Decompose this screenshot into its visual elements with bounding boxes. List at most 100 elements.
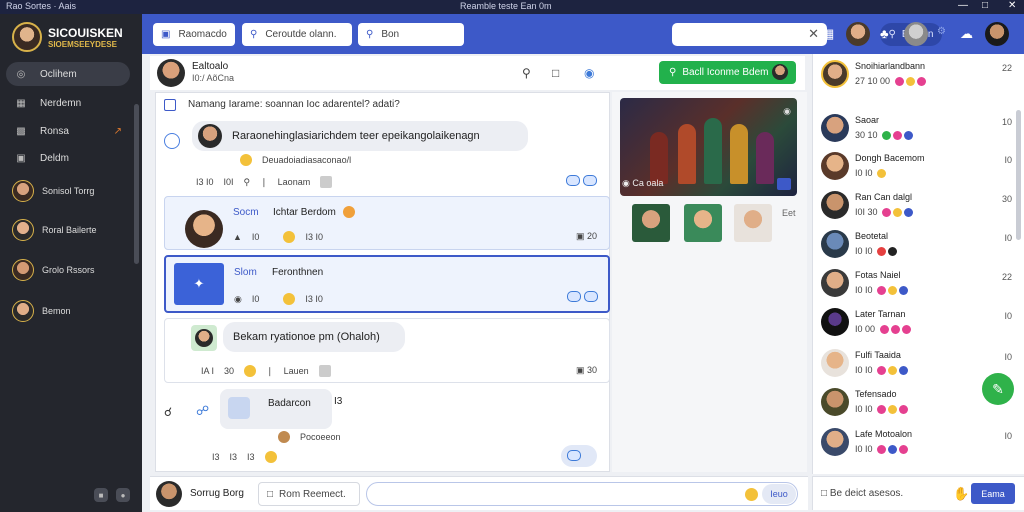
- play-icon: ◉: [622, 178, 630, 188]
- right-list-item[interactable]: Later Tarnan I0 00 I0: [819, 308, 1014, 344]
- media-thumbnail[interactable]: [684, 204, 722, 242]
- message-text: I3: [334, 396, 343, 407]
- sidebar-item-people[interactable]: ▩ Ronsa ↗: [6, 119, 130, 143]
- contact-name: Roral Bailerte: [42, 225, 97, 235]
- item-sub: I0 00: [855, 324, 911, 335]
- pin-icon[interactable]: ❘: [260, 177, 268, 188]
- avatar[interactable]: [157, 59, 185, 87]
- right-list-item[interactable]: Lafe Motoalon I0 I0 I0: [819, 428, 1014, 464]
- message-card-selected[interactable]: ✦ Slom Feronthnen ◉ I0 I3 I0: [164, 255, 610, 313]
- profile-avatar[interactable]: [985, 22, 1009, 46]
- reply-icon[interactable]: ☌: [164, 405, 172, 419]
- call-button[interactable]: ⚲ Bacll Iconme Bdem: [659, 61, 796, 84]
- right-scrollbar[interactable]: [1016, 110, 1021, 240]
- contact-name: Grolo Rssors: [42, 265, 95, 275]
- contact-item[interactable]: Grolo Rssors: [12, 258, 95, 282]
- media-thumbnail[interactable]: [632, 204, 670, 242]
- sidebar-item-screen[interactable]: ▣ Deldm: [6, 146, 130, 170]
- reply-count-icon[interactable]: ▣ 30: [576, 365, 597, 376]
- filter-field[interactable]: ⚲ Bon: [358, 23, 464, 46]
- contact-item[interactable]: Sonisol Torrg: [12, 179, 94, 203]
- more-icon[interactable]: [318, 365, 331, 377]
- message-bubble[interactable]: Bekam ryationoe pm (Ohaloh): [223, 322, 405, 352]
- avatar[interactable]: [904, 22, 928, 46]
- message-text: Ichtar Berdom: [273, 207, 336, 218]
- composer-field[interactable]: □ Rom Reemect.: [258, 482, 360, 506]
- close-icon[interactable]: ✕: [808, 26, 819, 42]
- right-list-item[interactable]: Fotas Naiel I0 I0 22: [819, 269, 1014, 305]
- message-input[interactable]: [366, 482, 798, 506]
- sidebar-item-label: Oclihem: [40, 68, 77, 80]
- right-send-button[interactable]: Eama: [971, 483, 1015, 504]
- calendar-field[interactable]: ▣ Raomacdo: [153, 23, 235, 46]
- figure-shape: [650, 132, 668, 184]
- settings-icon[interactable]: ■: [94, 488, 108, 502]
- title-bar: Rao Sortes · Aais Reamble teste Ean 0m —…: [0, 0, 1024, 14]
- meta-count: I3: [229, 452, 238, 462]
- close-button[interactable]: ✕: [1008, 0, 1016, 11]
- sidebar-item-home[interactable]: ◎ Oclihem: [6, 62, 130, 86]
- new-chat-button[interactable]: ✎: [982, 373, 1014, 405]
- link-icon[interactable]: ☍: [196, 403, 209, 419]
- item-time: 22: [1001, 63, 1012, 73]
- item-sub: I0 I0: [855, 365, 909, 376]
- thread-title: Namang Iarame: soannan Ioc adarentel? ad…: [188, 99, 400, 110]
- message-bubble[interactable]: Badarcon: [220, 389, 332, 429]
- message-icon[interactable]: ◕: [712, 26, 720, 41]
- right-list-item[interactable]: Dongh Bacemom I0 I0 I0: [819, 152, 1014, 188]
- avatar: [821, 230, 849, 258]
- like-icon[interactable]: ✋: [953, 486, 969, 502]
- reply-icon[interactable]: [164, 133, 180, 149]
- image-icon: ▲: [233, 232, 242, 242]
- contact-item[interactable]: Bemon: [12, 299, 71, 323]
- item-name: Beotetal: [855, 231, 889, 241]
- message-card[interactable]: Bekam ryationoe pm (Ohaloh) IA I 30 ❘ La…: [164, 318, 610, 383]
- right-list-item[interactable]: Saoar 30 10 10: [819, 114, 1014, 150]
- video-icon[interactable]: ◉: [584, 66, 594, 80]
- media-thumbnail[interactable]: [734, 204, 772, 242]
- message-text: Bekam ryationoe pm (Ohaloh): [233, 331, 380, 343]
- brand-avatar[interactable]: [12, 22, 42, 52]
- composer: Sorrug Borg □ Rom Reemect. Ieuo: [150, 476, 808, 510]
- more-icon[interactable]: [320, 176, 333, 188]
- search-icon[interactable]: ⚲: [522, 66, 531, 80]
- grid-icon[interactable]: ▦: [822, 26, 834, 42]
- app-name: Rao Sortes · Aais: [6, 1, 77, 11]
- message-author: Socm: [233, 207, 259, 218]
- play-icon[interactable]: ◉: [783, 106, 791, 117]
- item-time: I0: [1004, 233, 1012, 243]
- minimize-button[interactable]: —: [958, 0, 968, 11]
- maximize-button[interactable]: □: [982, 0, 988, 11]
- avatar: [191, 325, 217, 351]
- field-label: Raomacdo: [178, 29, 227, 40]
- sidebar-item-media[interactable]: ▦ Nerdemn: [6, 91, 130, 115]
- gear-icon[interactable]: ⚙: [937, 26, 946, 37]
- message-bubble[interactable]: Raraonehinglasiarichdem teer epeikangola…: [192, 121, 528, 151]
- right-composer-input[interactable]: □ Be deict asesos.: [821, 488, 903, 499]
- sidebar-scrollbar[interactable]: [134, 104, 139, 264]
- puzzle-icon[interactable]: ♣: [880, 26, 889, 41]
- pin-icon[interactable]: ❘: [266, 366, 274, 377]
- search-icon[interactable]: ⚲: [244, 177, 251, 188]
- meta-time: IA I: [201, 366, 215, 376]
- chat-icon[interactable]: □: [552, 66, 559, 80]
- emoji-icon: [244, 365, 257, 377]
- avatar[interactable]: [156, 481, 182, 507]
- figure-shape: [730, 124, 748, 184]
- cloud-icon[interactable]: ☁: [960, 26, 973, 42]
- avatar: [821, 388, 849, 416]
- expand-icon[interactable]: [777, 178, 791, 190]
- message-card[interactable]: Socm Ichtar Berdom ▲ I0 I3 I0 ▣ 20: [164, 196, 610, 250]
- help-icon[interactable]: ●: [116, 488, 130, 502]
- right-list-item[interactable]: Ran Can dalgl I0I 30 30: [819, 191, 1014, 227]
- reply-count-icon[interactable]: ▣ 20: [576, 231, 597, 242]
- search-field[interactable]: ⚲ Ceroutde olann.: [242, 23, 352, 46]
- search-input[interactable]: ✕: [672, 23, 827, 46]
- emoji-icon[interactable]: [745, 488, 758, 501]
- right-list-item[interactable]: Beotetal I0 I0 I0: [819, 230, 1014, 266]
- right-list-item[interactable]: Snoihiarlandbann 27 10 00 22: [819, 60, 1014, 96]
- avatar[interactable]: [846, 22, 870, 46]
- send-button[interactable]: Ieuo: [762, 484, 796, 504]
- read-receipts: [561, 445, 597, 467]
- contact-item[interactable]: Roral Bailerte: [12, 218, 97, 242]
